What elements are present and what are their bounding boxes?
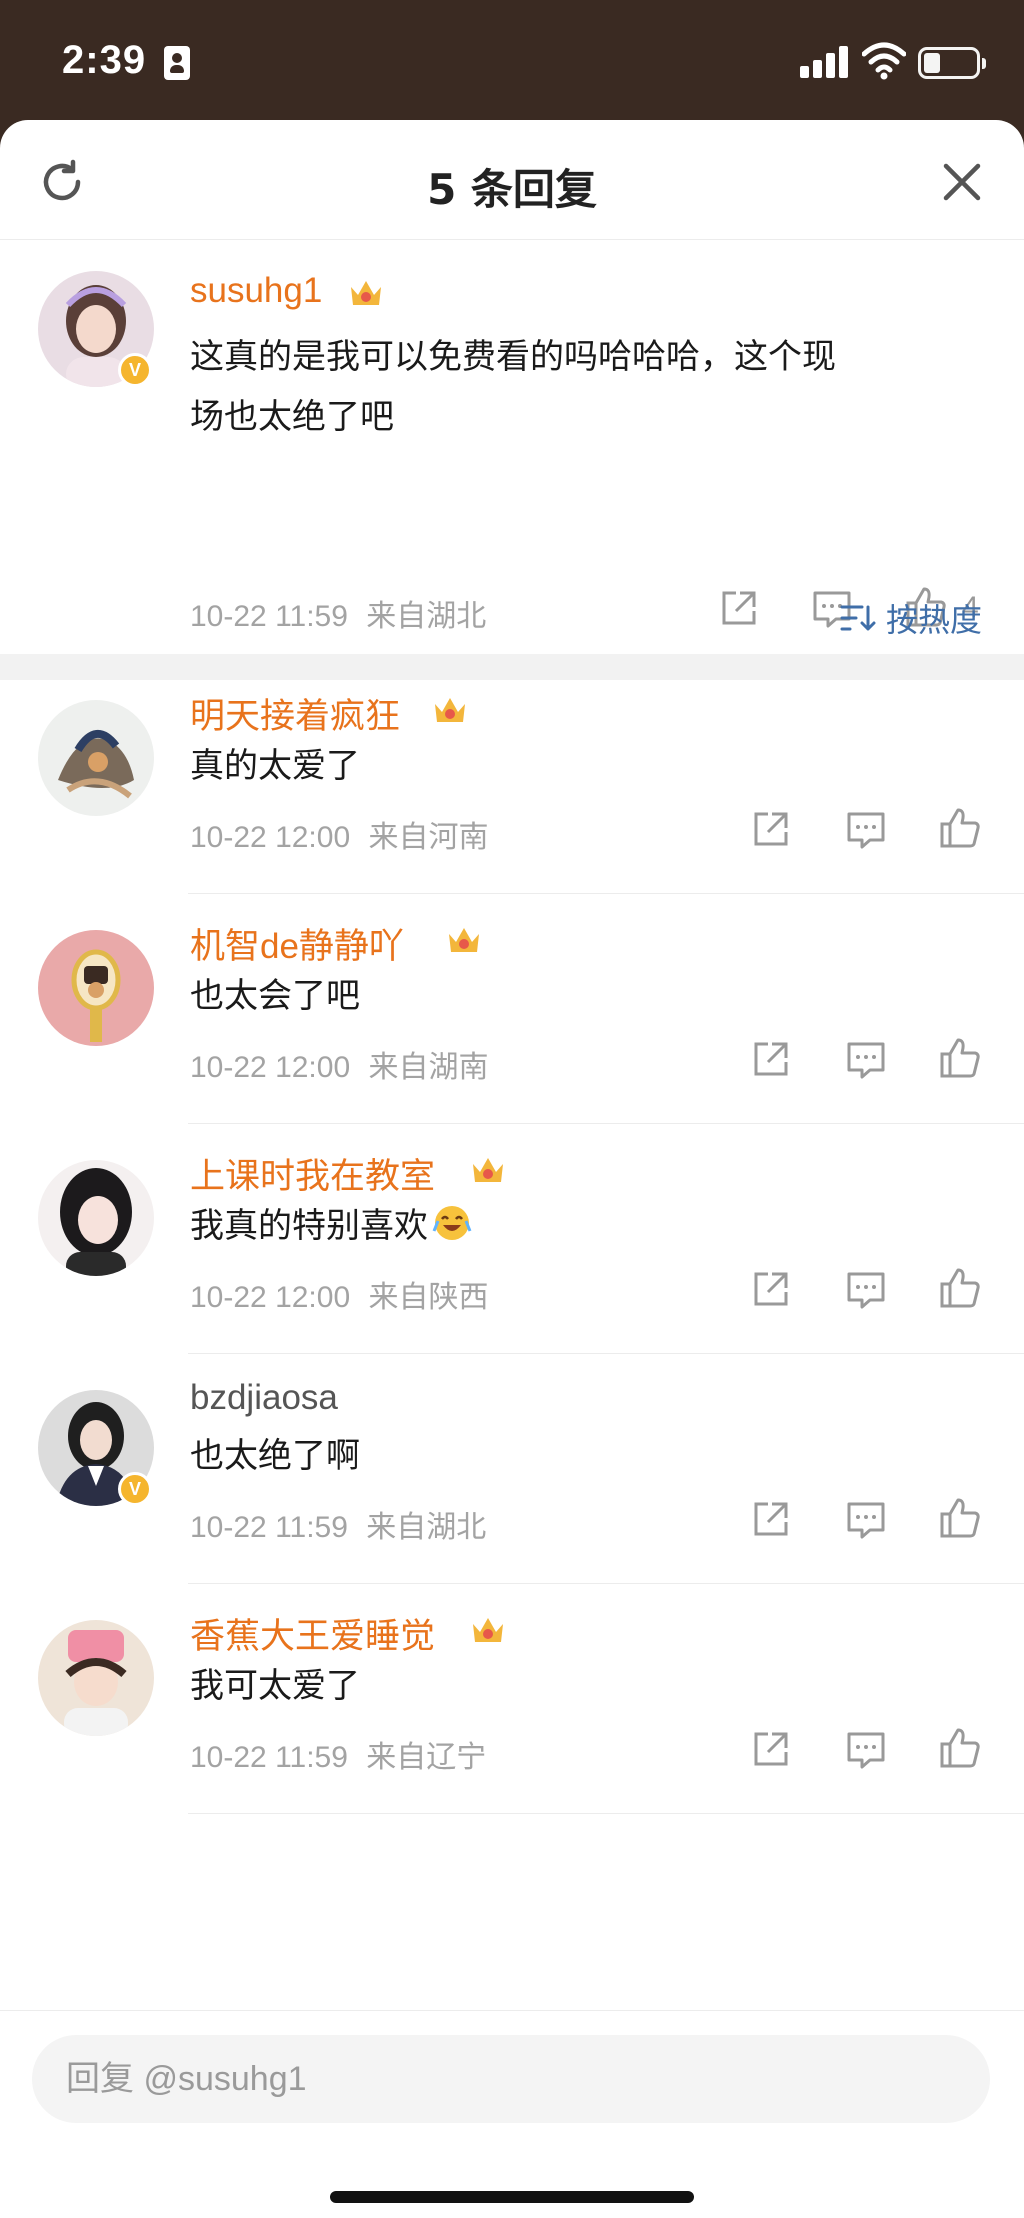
share-icon[interactable] [748,1038,792,1082]
reply-input-bar [0,2010,1024,2218]
divider [188,1813,1024,1814]
comment-icon[interactable] [844,1498,888,1542]
username[interactable]: susuhg1 [190,271,322,311]
sheet-header: 5 条回复 [0,120,1024,240]
status-time: 2:39 [62,38,147,82]
reply-item: 机智de静静吖 也太会了吧 10-22 12:00 来自湖南 [0,894,1024,1124]
reply-item: 上课时我在教室 我真的特别喜欢 10-22 12:00 来自陕西 [0,1124,1024,1354]
verified-badge-icon: V [118,353,152,387]
comment-icon[interactable] [844,1268,888,1312]
status-bar: 2:39 [0,0,1024,120]
avatar[interactable] [38,1160,154,1276]
username[interactable]: 机智de静静吖 [190,918,404,969]
share-icon[interactable] [748,808,792,852]
reply-text-content: 我真的特别喜欢 [190,1206,428,1246]
username[interactable]: 明天接着疯狂 [190,688,400,739]
comment-meta: 10-22 11:59 来自湖北 [190,591,486,635]
share-icon[interactable] [748,1268,792,1312]
reply-item: 香蕉大王爱睡觉 我可太爱了 10-22 11:59 来自辽宁 [0,1584,1024,1814]
comment-time: 10-22 11:59 [190,600,348,633]
laughing-crying-emoji-icon [432,1206,472,1240]
reply-text: 我可太爱了 [190,1666,360,1706]
username[interactable]: bzdjiaosa [190,1378,338,1418]
reply-item: V bzdjiaosa 也太绝了啊 10-22 11:59 来自湖北 [0,1354,1024,1584]
avatar[interactable] [38,930,154,1046]
comment-text-line1: 这真的是我可以免费看的吗哈哈哈，这个现 [190,337,836,377]
cellular-signal-icon [800,46,850,78]
reply-text: 真的太爱了 [190,746,360,786]
reply-item: 明天接着疯狂 真的太爱了 10-22 12:00 来自河南 [0,664,1024,894]
reply-time: 10-22 11:59 [190,1741,348,1774]
reply-text: 我真的特别喜欢 [190,1196,472,1256]
replies-sheet: 5 条回复 V susuhg1 这真的是我可以免费看的吗哈哈哈，这个现 场也太绝… [0,120,1024,2218]
vip-crown-icon [449,928,479,952]
reply-text: 也太绝了啊 [190,1436,360,1476]
sheet-title: 5 条回复 [427,165,597,214]
reply-text: 也太会了吧 [190,976,360,1016]
reply-meta: 10-22 12:00 来自湖南 [190,1042,488,1086]
sort-icon [840,605,876,631]
reply-meta: 10-22 11:59 来自辽宁 [190,1732,486,1776]
comment-icon[interactable] [844,808,888,852]
sort-by-heat-button[interactable]: 按热度 [840,596,982,640]
battery-icon [918,47,986,79]
username[interactable]: 上课时我在教室 [190,1148,435,1199]
like-icon[interactable] [938,1266,982,1310]
reply-time: 10-22 11:59 [190,1511,348,1544]
share-icon[interactable] [716,587,760,631]
verified-badge-icon: V [118,1472,152,1506]
comment-text-line2: 场也太绝了吧 [190,397,394,437]
reply-time: 10-22 12:00 [190,1051,351,1084]
reply-meta: 10-22 11:59 来自湖北 [190,1502,486,1546]
reply-location: 来自陕西 [368,1281,489,1314]
sort-label: 按热度 [886,601,983,639]
reply-location: 来自辽宁 [366,1741,487,1774]
avatar[interactable] [38,1620,154,1736]
reply-time: 10-22 12:00 [190,1281,351,1314]
vip-crown-icon [351,281,381,305]
reply-meta: 10-22 12:00 来自陕西 [190,1272,488,1316]
reply-location: 来自湖南 [368,1051,489,1084]
like-icon[interactable] [938,1726,982,1770]
reply-time: 10-22 12:00 [190,821,351,854]
person-icon [164,46,190,80]
reply-meta: 10-22 12:00 来自河南 [190,812,488,856]
comment-icon[interactable] [844,1038,888,1082]
like-icon[interactable] [938,1036,982,1080]
close-icon[interactable] [940,160,984,204]
vip-crown-icon [473,1158,503,1182]
vip-crown-icon [473,1618,503,1642]
reply-location: 来自河南 [368,821,489,854]
username[interactable]: 香蕉大王爱睡觉 [190,1608,435,1659]
like-icon[interactable] [938,1496,982,1540]
reply-location: 来自湖北 [366,1511,487,1544]
share-icon[interactable] [748,1728,792,1772]
home-indicator[interactable] [330,2191,694,2203]
vip-crown-icon [435,698,465,722]
comment-icon[interactable] [844,1728,888,1772]
main-comment: V susuhg1 这真的是我可以免费看的吗哈哈哈，这个现 场也太绝了吧 10-… [0,241,1024,680]
comment-location: 来自湖北 [366,600,487,633]
avatar[interactable] [38,700,154,816]
wifi-icon [862,42,906,80]
share-icon[interactable] [748,1498,792,1542]
reply-input[interactable] [32,2035,990,2123]
like-icon[interactable] [938,806,982,850]
